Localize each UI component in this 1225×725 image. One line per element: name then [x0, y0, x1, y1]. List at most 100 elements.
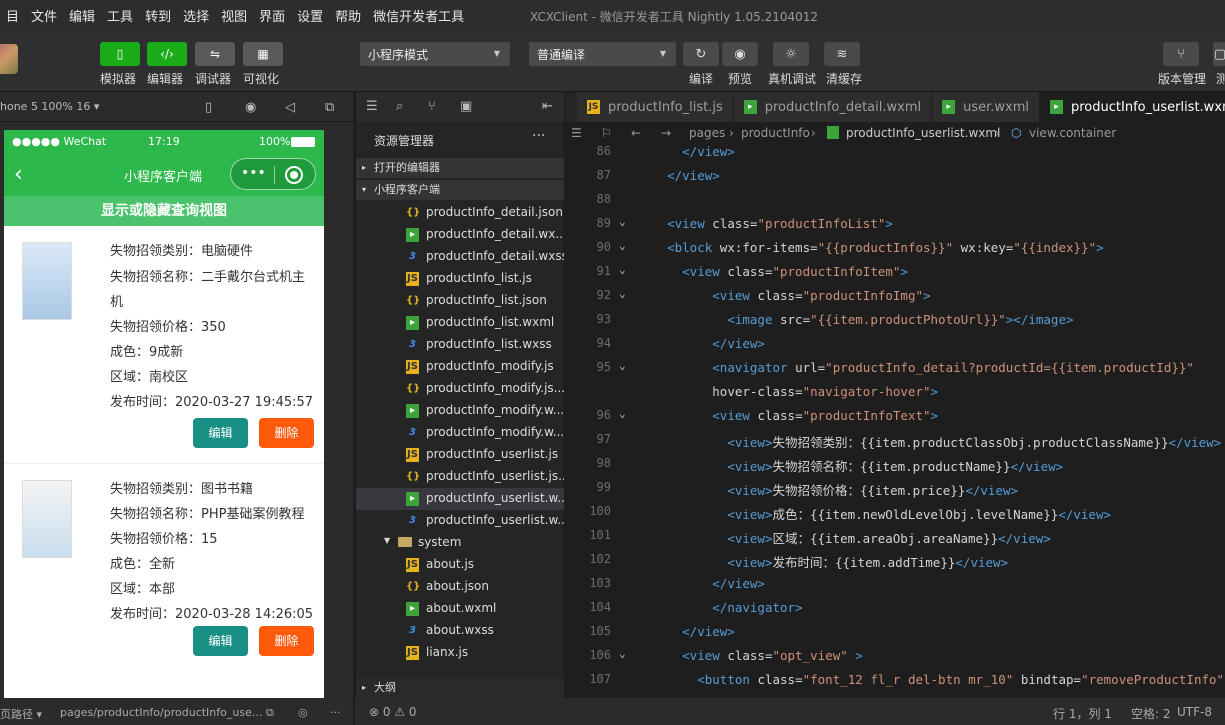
fold-chevron-icon[interactable]: ⌄: [619, 647, 626, 660]
capsule-menu[interactable]: •••: [230, 158, 316, 190]
refresh-icon[interactable]: ↻: [683, 42, 719, 66]
open-editors-section[interactable]: ▸ 打开的编辑器: [356, 158, 564, 178]
breadcrumb-file[interactable]: productInfo_userlist.wxml: [846, 126, 1000, 140]
debug-panel-icon[interactable]: ▣: [460, 99, 472, 114]
page-path[interactable]: pages/productInfo/productInfo_use...: [60, 706, 262, 719]
product-image[interactable]: [22, 480, 72, 558]
folder-item[interactable]: ▼ system: [356, 532, 564, 554]
indent-setting[interactable]: 空格: 2: [1131, 705, 1171, 722]
menu-item[interactable]: 选择: [177, 6, 215, 25]
eye-icon[interactable]: ◉: [722, 42, 758, 66]
menu-item[interactable]: 视图: [215, 6, 253, 25]
menu-item[interactable]: 设置: [291, 6, 329, 25]
branch-icon[interactable]: ⑂: [1163, 42, 1199, 66]
file-item[interactable]: {} productInfo_list.json: [356, 290, 564, 312]
layout-icon[interactable]: ▦: [243, 42, 283, 66]
project-avatar[interactable]: [0, 44, 18, 74]
fold-chevron-icon[interactable]: ⌄: [619, 263, 626, 276]
file-item[interactable]: {} productInfo_userlist.js...: [356, 466, 564, 488]
volume-icon[interactable]: ◁: [285, 100, 295, 115]
breadcrumb-symbol[interactable]: view.container: [1029, 126, 1116, 140]
explorer-more-icon[interactable]: ···: [532, 128, 545, 144]
list-icon[interactable]: ☰: [366, 99, 378, 114]
file-item[interactable]: JS productInfo_userlist.js: [356, 444, 564, 466]
forward-icon[interactable]: →: [661, 126, 671, 140]
list-icon[interactable]: ☰: [571, 126, 582, 140]
menu-item[interactable]: 编辑: [63, 6, 101, 25]
delete-button[interactable]: 删除: [259, 626, 314, 656]
search-icon[interactable]: ⌕: [396, 99, 403, 114]
test-icon[interactable]: ▢: [1213, 42, 1225, 66]
phone-icon[interactable]: ▯: [205, 100, 212, 115]
product-image[interactable]: [22, 242, 72, 320]
file-item[interactable]: 3 productInfo_userlist.w...: [356, 510, 564, 532]
bug-icon[interactable]: ☼: [773, 42, 809, 66]
menu-item[interactable]: 转到: [139, 6, 177, 25]
encoding[interactable]: UTF-8: [1177, 705, 1212, 719]
phone-icon[interactable]: ▯: [100, 42, 140, 66]
menu-item[interactable]: 帮助: [329, 6, 367, 25]
toggle-query-view[interactable]: 显示或隐藏查询视图: [4, 196, 324, 226]
file-item[interactable]: {} productInfo_detail.json: [356, 202, 564, 224]
bookmark-icon[interactable]: ⚐: [601, 126, 612, 140]
popout-icon[interactable]: ⧉: [325, 100, 334, 115]
copy-icon[interactable]: ⧉: [266, 706, 274, 720]
page-path-label[interactable]: 页路径 ▾: [0, 706, 42, 722]
more-dots-icon[interactable]: •••: [241, 165, 266, 181]
menu-item[interactable]: 文件: [25, 6, 63, 25]
code-editor[interactable]: 86 </view> 87 </view> 88 89 ⌄ <view class="p…: [565, 144, 1225, 698]
file-item[interactable]: ▸ productInfo_list.wxml: [356, 312, 564, 334]
edit-button[interactable]: 编辑: [193, 626, 248, 656]
file-item[interactable]: 3 about.wxss: [356, 620, 564, 642]
close-circle-icon[interactable]: [285, 166, 303, 184]
file-item[interactable]: JS lianx.js: [356, 642, 564, 664]
file-item[interactable]: JS productInfo_list.js: [356, 268, 564, 290]
fold-chevron-icon[interactable]: ⌄: [619, 287, 626, 300]
back-icon[interactable]: ←: [631, 126, 641, 140]
menu-item[interactable]: 目: [0, 6, 25, 25]
fold-chevron-icon[interactable]: ⌄: [619, 407, 626, 420]
cursor-position[interactable]: 行 1，列 1: [1053, 705, 1112, 722]
breadcrumb-pages[interactable]: pages: [689, 126, 725, 140]
menu-item[interactable]: 界面: [253, 6, 291, 25]
outline-section[interactable]: ▸ 大纲: [356, 678, 564, 698]
delete-button[interactable]: 删除: [259, 418, 314, 448]
edit-button[interactable]: 编辑: [193, 418, 248, 448]
eye-icon[interactable]: ◎: [298, 706, 308, 719]
file-item[interactable]: ▸ productInfo_detail.wx...: [356, 224, 564, 246]
tab-wxml-file[interactable]: ▸ user.wxml: [932, 92, 1040, 122]
file-item[interactable]: ▸ productInfo_userlist.w...: [356, 488, 564, 510]
file-item[interactable]: JS about.js: [356, 554, 564, 576]
fold-chevron-icon[interactable]: ⌄: [619, 359, 626, 372]
back-arrow-icon[interactable]: ‹: [14, 162, 23, 187]
code-icon[interactable]: ‹/›: [147, 42, 187, 66]
project-section[interactable]: ▾ 小程序客户端: [356, 180, 564, 200]
file-item[interactable]: {} productInfo_modify.js...: [356, 378, 564, 400]
fold-chevron-icon[interactable]: ⌄: [619, 215, 626, 228]
layers-icon[interactable]: ≋: [824, 42, 860, 66]
compile-select[interactable]: 普通编译 ▼: [529, 42, 676, 66]
source-control-icon[interactable]: ⑂: [428, 99, 436, 114]
file-item[interactable]: 3 productInfo_detail.wxss: [356, 246, 564, 268]
menu-item[interactable]: 微信开发者工具: [367, 6, 470, 25]
debug-icon[interactable]: ⇋: [195, 42, 235, 66]
file-item[interactable]: JS productInfo_modify.js: [356, 356, 564, 378]
tab-wxml-file[interactable]: ▸ productInfo_detail.wxml: [733, 92, 933, 122]
more-icon[interactable]: ···: [330, 706, 341, 719]
mode-select[interactable]: 小程序模式 ▼: [360, 42, 510, 66]
tab-wxml-file[interactable]: ▸ productInfo_userlist.wxml: [1040, 92, 1225, 122]
file-item[interactable]: ▸ productInfo_modify.w...: [356, 400, 564, 422]
file-item[interactable]: 3 productInfo_modify.w...: [356, 422, 564, 444]
menu-item[interactable]: 工具: [101, 6, 139, 25]
device-select[interactable]: hone 5 100% 16 ▾: [0, 100, 99, 113]
file-item[interactable]: 3 productInfo_list.wxss: [356, 334, 564, 356]
file-item[interactable]: {} about.json: [356, 576, 564, 598]
file-item[interactable]: ▸ about.wxml: [356, 598, 564, 620]
problems-count[interactable]: ⊗ 0 ⚠ 0: [369, 705, 417, 719]
tab-js-file[interactable]: JS productInfo_list.js: [577, 92, 734, 122]
split-icon[interactable]: ⇤: [542, 99, 553, 114]
code-line: 107 <button class="font_12 fl_r del-btn …: [565, 669, 1225, 693]
fold-chevron-icon[interactable]: ⌄: [619, 239, 626, 252]
breadcrumb-folder[interactable]: productInfo: [741, 126, 810, 140]
record-icon[interactable]: ◉: [245, 100, 256, 115]
